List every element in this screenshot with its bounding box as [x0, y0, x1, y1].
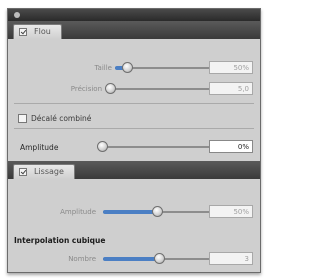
amplitude-value-field[interactable]: 0%: [209, 140, 253, 153]
taille-row: Taille 50%: [8, 59, 260, 77]
amplitude-row: Amplitude 0%: [8, 138, 260, 156]
amplitude-label: Amplitude: [20, 143, 59, 152]
precision-slider[interactable]: [105, 83, 215, 94]
lissage-amplitude-slider-knob[interactable]: [151, 206, 163, 217]
panel-menu-icon[interactable]: [14, 12, 20, 18]
nombre-value-field[interactable]: 3: [209, 252, 253, 265]
nombre-slider-fill: [103, 257, 159, 261]
tab-lissage[interactable]: Lissage: [13, 164, 75, 179]
lissage-enable-checkbox[interactable]: [19, 168, 27, 176]
lissage-amplitude-value-field[interactable]: 50%: [209, 205, 253, 218]
taille-slider-knob[interactable]: [122, 62, 133, 73]
lissage-amplitude-label: Amplitude: [60, 208, 96, 216]
amplitude-slider[interactable]: [96, 141, 215, 152]
decale-combine-label: Décalé combiné: [31, 114, 92, 123]
lissage-amplitude-row: Amplitude 50%: [8, 203, 260, 221]
lissage-section-header: Lissage: [8, 161, 260, 179]
decale-combine-checkbox[interactable]: [18, 114, 27, 123]
section-divider-2: [14, 128, 254, 129]
taille-slider[interactable]: [115, 62, 215, 73]
nombre-row: Nombre 3: [8, 250, 260, 268]
precision-value-field[interactable]: 5,0: [209, 82, 253, 95]
precision-slider-knob[interactable]: [105, 83, 117, 94]
effect-settings-panel: Flou Taille 50% Précision 5,0 Décalé com…: [7, 8, 261, 273]
tab-flou-label: Flou: [34, 27, 51, 36]
lissage-amplitude-slider-fill: [103, 210, 157, 214]
nombre-label: Nombre: [68, 255, 96, 263]
precision-label: Précision: [70, 85, 102, 93]
interpolation-label: Interpolation cubique: [14, 236, 106, 245]
flou-enable-checkbox[interactable]: [19, 28, 27, 36]
taille-label: Taille: [94, 64, 112, 72]
section-divider: [14, 103, 254, 104]
precision-row: Précision 5,0: [8, 80, 260, 98]
flou-section-header: Flou: [8, 21, 260, 39]
tab-flou[interactable]: Flou: [13, 24, 62, 39]
tab-lissage-label: Lissage: [34, 167, 64, 176]
amplitude-slider-knob[interactable]: [96, 141, 108, 152]
lissage-amplitude-slider[interactable]: [103, 206, 215, 217]
nombre-slider[interactable]: [103, 253, 215, 264]
nombre-slider-knob[interactable]: [154, 253, 165, 264]
taille-value-field[interactable]: 50%: [209, 61, 253, 74]
panel-titlebar[interactable]: [8, 9, 260, 21]
